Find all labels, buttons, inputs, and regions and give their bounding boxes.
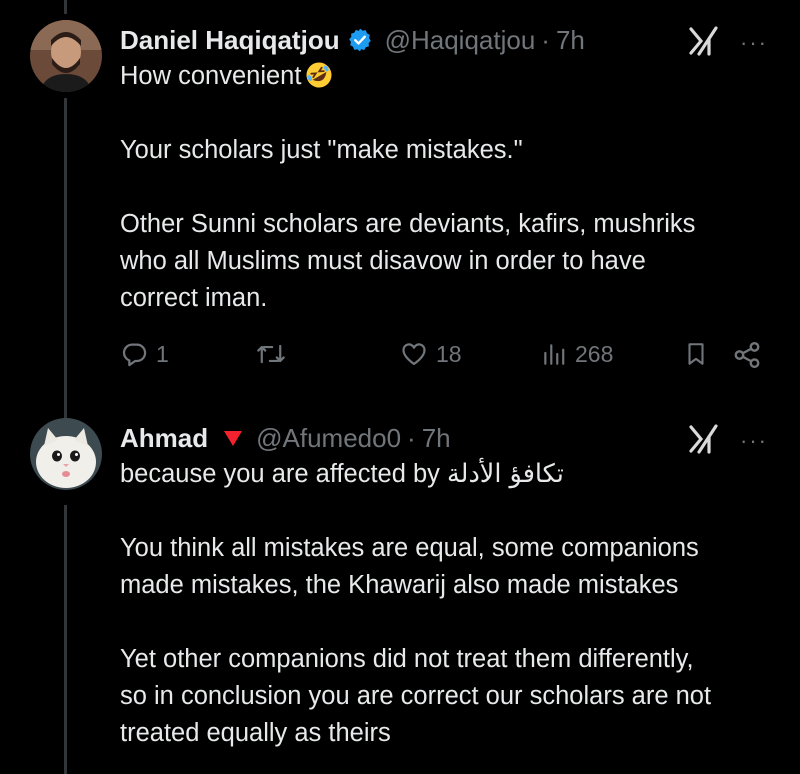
repost-button[interactable] xyxy=(256,340,286,368)
reply-count: 1 xyxy=(156,340,169,367)
reply-button[interactable]: 1 xyxy=(120,340,169,368)
more-options-icon[interactable]: ··· xyxy=(740,30,768,56)
tweet-header: Ahmad @Afumedo0 · 7h xyxy=(120,418,451,458)
tweet-line: Other Sunni scholars are deviants, kafir… xyxy=(120,210,696,238)
tweet-line: so in conclusion you are correct our sch… xyxy=(120,682,712,710)
display-name[interactable]: Ahmad xyxy=(120,423,208,454)
rolling-on-floor-laughing-emoji-icon xyxy=(305,61,333,89)
bookmark-icon xyxy=(688,343,704,365)
tweet-text: How convenient Your scholars just "make … xyxy=(120,58,780,317)
like-button[interactable]: 18 xyxy=(400,340,462,368)
tweet-line: because you are affected by xyxy=(120,460,448,488)
timestamp[interactable]: 7h xyxy=(556,25,585,56)
tweet-line: How convenient xyxy=(120,62,302,90)
tweet-line: You think all mistakes are equal, some c… xyxy=(120,534,699,562)
tweet-line: correct iman. xyxy=(120,284,268,312)
tweet-line: Yet other companions did not treat them … xyxy=(120,645,694,673)
separator-dot: · xyxy=(407,422,416,453)
separator-dot: · xyxy=(541,24,550,55)
timestamp[interactable]: 7h xyxy=(422,423,451,454)
thread-line-top xyxy=(64,0,67,14)
share-icon xyxy=(734,341,760,369)
avatar[interactable] xyxy=(30,20,102,92)
repost-icon xyxy=(257,344,285,364)
grok-icon[interactable] xyxy=(688,424,720,454)
analytics-icon xyxy=(544,344,565,365)
tweet-daniel[interactable]: Daniel Haqiqatjou @Haqiqatjou · 7h ··· H… xyxy=(0,20,800,400)
tweet-line: made mistakes, the Khawarij also made mi… xyxy=(120,571,679,599)
heart-icon xyxy=(402,343,426,366)
display-name[interactable]: Daniel Haqiqatjou xyxy=(120,25,340,56)
share-button[interactable] xyxy=(732,340,762,370)
grok-icon[interactable] xyxy=(688,26,720,56)
tweet-ahmad[interactable]: Ahmad @Afumedo0 · 7h ··· because you are… xyxy=(0,418,800,774)
tweet-line: Your scholars just "make mistakes." xyxy=(120,136,523,164)
tweet-header: Daniel Haqiqatjou @Haqiqatjou · 7h xyxy=(120,20,585,60)
views-button[interactable]: 268 xyxy=(541,340,613,368)
avatar[interactable] xyxy=(30,418,102,490)
tweet-line: who all Muslims must disavow in order to… xyxy=(120,247,646,275)
red-triangle-icon xyxy=(222,427,244,449)
tweet-text: because you are affected by تكافؤ الأدلة… xyxy=(120,456,780,752)
verified-badge-icon xyxy=(347,27,373,53)
handle[interactable]: @Haqiqatjou xyxy=(385,25,536,56)
like-count: 18 xyxy=(436,340,462,367)
view-count: 268 xyxy=(575,340,614,367)
tweet-line: treated equally as theirs xyxy=(120,719,391,747)
bookmark-button[interactable] xyxy=(683,340,709,368)
reply-icon xyxy=(122,343,147,367)
handle[interactable]: @Afumedo0 xyxy=(256,423,401,454)
more-options-icon[interactable]: ··· xyxy=(740,428,768,454)
action-bar: 1 18 268 xyxy=(120,340,780,380)
arabic-phrase: تكافؤ الأدلة xyxy=(447,459,564,489)
